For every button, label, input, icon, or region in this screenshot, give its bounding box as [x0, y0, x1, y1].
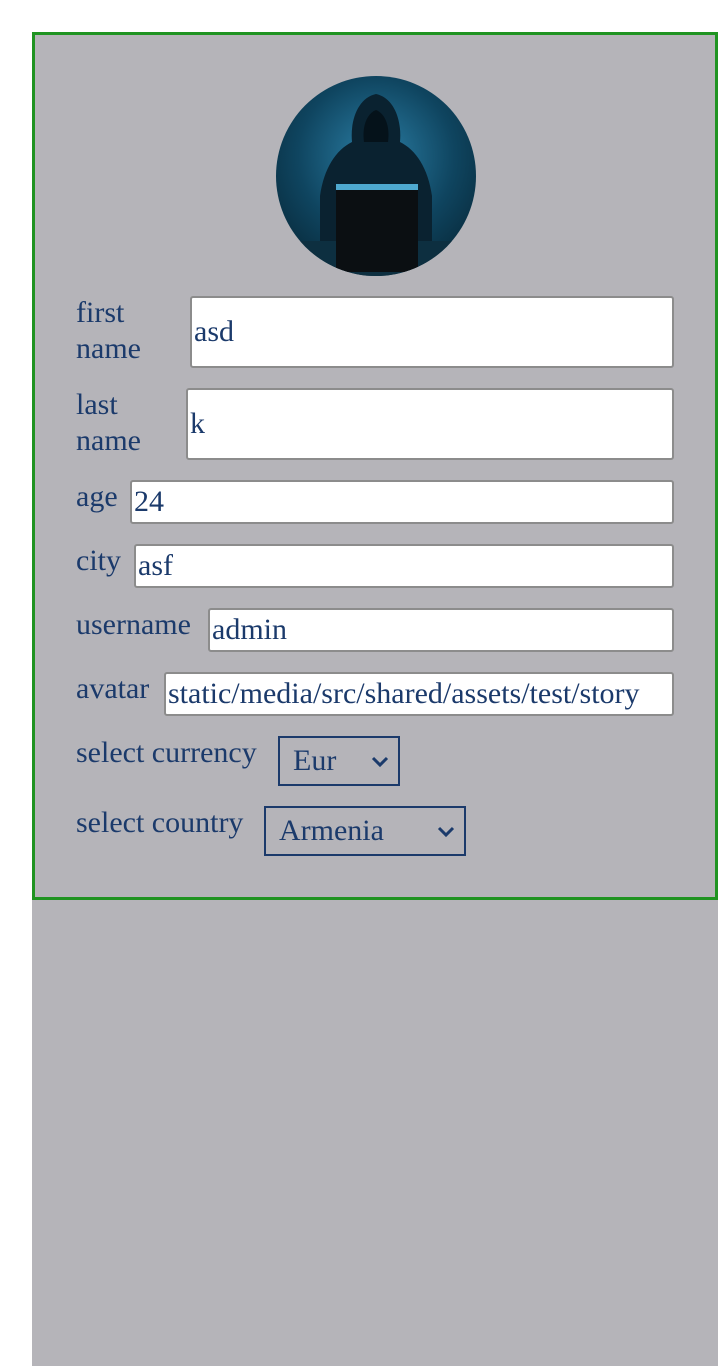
last-name-label: last name	[76, 388, 141, 457]
country-select[interactable]: Armenia	[264, 806, 466, 856]
chevron-down-icon	[437, 826, 455, 838]
city-row: city asf	[76, 543, 674, 588]
first-name-row: first name asd	[76, 295, 674, 368]
currency-row: select currency Eur	[76, 735, 674, 786]
last-name-input[interactable]: k	[186, 388, 674, 460]
username-input[interactable]: admin	[208, 608, 674, 652]
country-selected: Armenia	[279, 814, 384, 847]
page-background: first name asd last name k age 24 city a…	[32, 0, 718, 1366]
country-label: select country	[76, 806, 244, 839]
chevron-down-icon	[371, 756, 389, 768]
first-name-input[interactable]: asd	[190, 296, 674, 368]
age-label: age	[76, 480, 118, 513]
avatar-label: avatar	[76, 672, 150, 705]
currency-label: select currency	[76, 736, 257, 769]
country-row: select country Armenia	[76, 805, 674, 856]
avatar-row: avatar static/media/src/shared/assets/te…	[76, 671, 674, 716]
avatar-image	[276, 76, 476, 276]
age-input[interactable]: 24	[130, 480, 674, 524]
top-margin	[32, 0, 718, 32]
hooded-hacker-avatar-icon	[276, 76, 476, 276]
currency-selected: Eur	[293, 744, 337, 777]
avatar-path-input[interactable]: static/media/src/shared/assets/test/stor…	[164, 672, 674, 716]
profile-card: first name asd last name k age 24 city a…	[32, 32, 718, 900]
last-name-row: last name k	[76, 387, 674, 460]
city-label: city	[76, 544, 121, 577]
age-row: age 24	[76, 479, 674, 524]
currency-select[interactable]: Eur	[278, 736, 400, 786]
username-label: username	[76, 608, 191, 641]
username-row: username admin	[76, 607, 674, 652]
city-input[interactable]: asf	[134, 544, 674, 588]
first-name-label: first name	[76, 296, 141, 365]
